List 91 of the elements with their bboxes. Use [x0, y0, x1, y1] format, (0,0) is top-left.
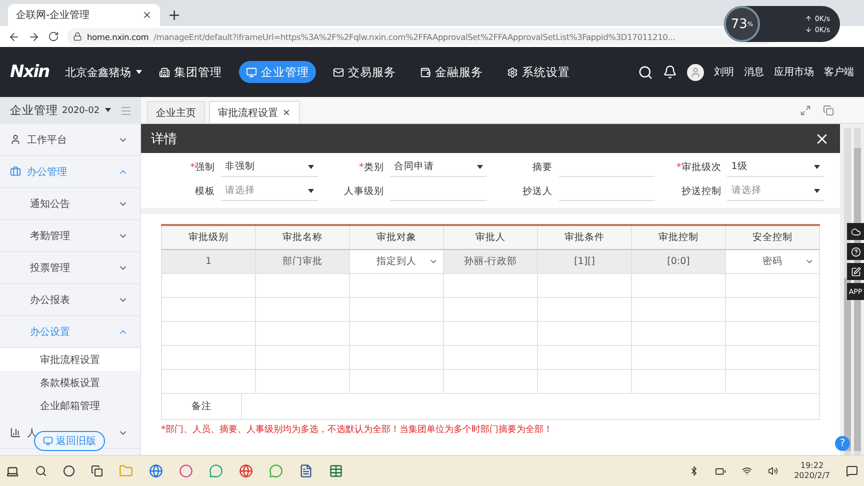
download-icon — [804, 26, 812, 33]
upload-icon — [804, 15, 812, 22]
table-cell: 1 — [162, 249, 256, 273]
clock[interactable]: 19:22 2020/2/7 — [794, 461, 830, 481]
sidebar-item[interactable]: 工作平台 — [0, 124, 140, 156]
nav-item[interactable]: 交易服务 — [326, 61, 404, 83]
search-icon[interactable] — [638, 64, 653, 80]
column-header: 审批名称 — [256, 225, 350, 249]
nav-link[interactable]: 应用市场 — [774, 65, 814, 79]
select-field[interactable]: 请选择 — [727, 181, 824, 201]
help-button[interactable] — [847, 243, 864, 260]
page-tab[interactable]: 企业主页 — [147, 101, 205, 123]
remark-label: 备注 — [162, 394, 242, 418]
nav-link[interactable]: 客户端 — [824, 65, 854, 79]
table-cell: [0:0] — [632, 249, 726, 273]
field-label: 抄送人 — [522, 184, 552, 198]
nav-icon — [507, 66, 518, 78]
column-header: 审批人 — [444, 225, 538, 249]
sidebar-title: 企业管理 — [10, 103, 58, 118]
sidebar-item[interactable]: 审批流程设置 — [0, 348, 140, 371]
nav-item[interactable]: 系统设置 — [500, 61, 578, 83]
select-field[interactable]: 非强制 — [221, 157, 318, 177]
notification-icon[interactable] — [846, 465, 858, 477]
page-tab[interactable]: 审批流程设置 — [209, 101, 300, 123]
close-icon[interactable] — [282, 108, 291, 117]
sidebar-item[interactable]: 企业邮箱管理 — [0, 394, 140, 417]
back-icon[interactable] — [8, 30, 20, 42]
field-label: 抄送控制 — [680, 184, 722, 198]
reload-icon[interactable] — [48, 31, 59, 42]
nav-icon — [420, 66, 432, 78]
column-header: 安全控制 — [726, 225, 820, 249]
address-bar[interactable]: home.nxin.com /manageEnt/default?iframeUrl=https%3A%2F%2Fqlw.nxin.com%2FFAApprovalSet%2FFAApprovalSetList%3Fappid%3D17011210... — [67, 28, 772, 45]
select-field[interactable]: 合同申请 — [390, 157, 486, 177]
column-header: 审批级别 — [162, 225, 256, 249]
monitor-icon — [43, 436, 53, 446]
bluetooth-icon[interactable] — [689, 466, 700, 476]
volume-icon[interactable] — [768, 466, 778, 476]
search-icon[interactable] — [35, 465, 47, 477]
avatar[interactable] — [687, 64, 704, 80]
nav-icon — [246, 66, 258, 78]
cloud-icon — [850, 226, 860, 236]
table-cell: 孙丽-行政部 — [444, 249, 538, 273]
column-header: 审批对象 — [350, 225, 444, 249]
task-view-icon[interactable] — [91, 465, 103, 477]
select-field[interactable]: 请选择 — [221, 181, 318, 201]
select-field[interactable]: 1级 — [727, 157, 824, 177]
edit-icon — [850, 266, 860, 276]
column-header: 审批控制 — [632, 225, 726, 249]
nav-link[interactable]: 消息 — [744, 65, 764, 79]
browser-icon[interactable] — [149, 464, 163, 478]
period-selector[interactable]: 2020-02 — [62, 106, 111, 116]
user-name[interactable]: 刘明 — [714, 65, 734, 79]
new-tab-button[interactable]: + — [168, 4, 181, 26]
edit-button[interactable] — [847, 263, 864, 280]
nav-icon — [159, 66, 170, 78]
table-cell: 部门审批 — [256, 249, 350, 273]
select-cell[interactable]: 指定到人 — [350, 249, 444, 273]
restore-icon[interactable] — [823, 104, 834, 116]
close-icon[interactable] — [142, 10, 152, 20]
sidebar-item[interactable]: 条款模板设置 — [0, 371, 140, 394]
nav-item[interactable]: 集团管理 — [152, 61, 230, 83]
dialog-title: 详情 — [151, 130, 177, 148]
browser-tab[interactable]: 企联网-企业管理 — [8, 4, 160, 26]
hint-text: *部门、人员、摘要、人事级别均为多选，不选默认为全部！当集团单位为多个时部门摘要为全部！ — [161, 424, 554, 436]
select-cell[interactable]: 密码 — [726, 249, 820, 273]
field-label: 摘要 — [532, 160, 552, 174]
table-cell: [1][] — [538, 249, 632, 273]
lock-icon — [73, 32, 82, 41]
cloud-button[interactable] — [847, 223, 864, 240]
bell-icon[interactable] — [663, 65, 677, 79]
logo[interactable]: Nxin — [10, 62, 50, 82]
field-label: *强制 — [189, 160, 215, 174]
app-icon[interactable] — [179, 464, 193, 478]
nav-item[interactable]: 金融服务 — [413, 61, 490, 83]
battery-icon[interactable] — [715, 466, 726, 476]
field-label: 人事级别 — [342, 184, 384, 198]
forward-icon[interactable] — [28, 30, 40, 42]
sidebar-item[interactable]: 考勤管理 — [0, 220, 140, 252]
cortana-icon[interactable] — [63, 465, 75, 477]
nav-icon — [333, 66, 344, 78]
field-label: *类别 — [358, 160, 384, 174]
help-icon — [850, 246, 860, 256]
sidebar-item[interactable]: 通知公告 — [0, 188, 140, 220]
sidebar-item[interactable]: 投票管理 — [0, 252, 140, 284]
field-label: 模板 — [194, 184, 215, 198]
wifi-icon[interactable] — [742, 466, 752, 476]
org-selector[interactable]: 北京金鑫猪场 — [65, 64, 142, 80]
column-header: 审批条件 — [538, 225, 632, 249]
expand-icon[interactable] — [800, 104, 811, 116]
sidebar-item[interactable]: 办公报表 — [0, 284, 140, 316]
field-label: *审批级次 — [676, 160, 722, 174]
